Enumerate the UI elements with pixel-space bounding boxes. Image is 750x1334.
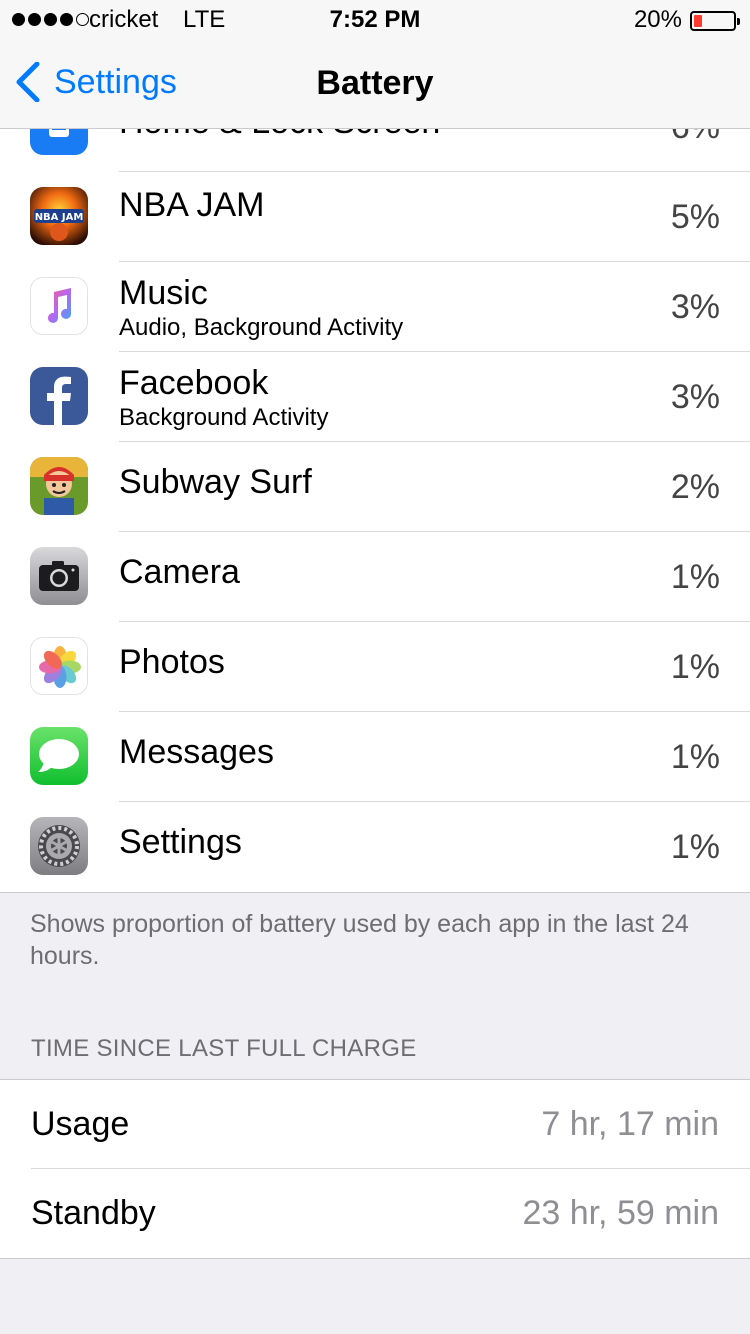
usage-value: 7 hr, 17 min: [541, 1105, 719, 1143]
app-percent: 3%: [670, 288, 720, 326]
list-item[interactable]: Music Audio, Background Activity 3%: [0, 262, 750, 352]
app-name: NBA JAM: [119, 186, 265, 224]
battery-percent: 20%: [633, 6, 682, 33]
standby-label: Standby: [31, 1194, 156, 1232]
list-item[interactable]: Settings 1%: [0, 802, 750, 892]
app-name: Messages: [119, 733, 274, 771]
settings-gear-icon: [30, 817, 88, 875]
app-name: Settings: [119, 823, 242, 861]
photos-icon: [30, 637, 88, 695]
app-percent: 3%: [670, 378, 720, 416]
section-header: TIME SINCE LAST FULL CHARGE: [31, 1035, 417, 1062]
app-percent: 1%: [670, 558, 720, 596]
battery-level-fill: [694, 15, 702, 27]
app-name: Music: [119, 274, 208, 312]
list-item[interactable]: Messages 1%: [0, 712, 750, 802]
standby-value: 23 hr, 59 min: [522, 1194, 719, 1232]
svg-text:NBA JAM: NBA JAM: [35, 212, 84, 223]
list-item[interactable]: Camera 1%: [0, 532, 750, 622]
app-percent: 1%: [670, 828, 720, 866]
app-percent: 5%: [670, 198, 720, 236]
app-name: Camera: [119, 553, 240, 591]
app-activity-detail: Audio, Background Activity: [119, 314, 404, 341]
usage-row: Usage 7 hr, 17 min: [0, 1080, 750, 1169]
app-percent: 2%: [670, 468, 720, 506]
messages-icon: [30, 727, 88, 785]
app-percent: 1%: [670, 648, 720, 686]
battery-icon: [690, 11, 740, 31]
list-item[interactable]: Photos 1%: [0, 622, 750, 712]
status-bar: cricket LTE 7:52 PM 20%: [0, 0, 750, 40]
music-icon: [30, 277, 88, 335]
subway-surf-icon: [30, 457, 88, 515]
app-activity-detail: Background Activity: [119, 404, 329, 431]
list-item[interactable]: Facebook Background Activity 3%: [0, 352, 750, 442]
standby-row: Standby 23 hr, 59 min: [0, 1169, 750, 1258]
app-name: Facebook: [119, 364, 269, 402]
navigation-bar: Settings Battery: [0, 40, 750, 128]
app-percent: 1%: [670, 738, 720, 776]
list-item[interactable]: NBA JAM NBA JAM 5%: [0, 172, 750, 262]
app-name: Photos: [119, 643, 225, 681]
top-bar: cricket LTE 7:52 PM 20% Settings Battery: [0, 0, 750, 129]
facebook-icon: [30, 367, 88, 425]
camera-icon: [30, 547, 88, 605]
battery-usage-list: Home & Lock Screen 6% NBA JAM NBA JAM: [0, 82, 750, 893]
battery-usage-footnote: Shows proportion of battery used by each…: [30, 910, 689, 970]
charge-time-list: Usage 7 hr, 17 min Standby 23 hr, 59 min: [0, 1079, 750, 1259]
usage-label: Usage: [31, 1105, 130, 1143]
nba-jam-icon: NBA JAM: [30, 187, 88, 245]
page-title: Battery: [316, 64, 434, 102]
list-item[interactable]: Subway Surf 2%: [0, 442, 750, 532]
app-name: Subway Surf: [119, 463, 312, 501]
